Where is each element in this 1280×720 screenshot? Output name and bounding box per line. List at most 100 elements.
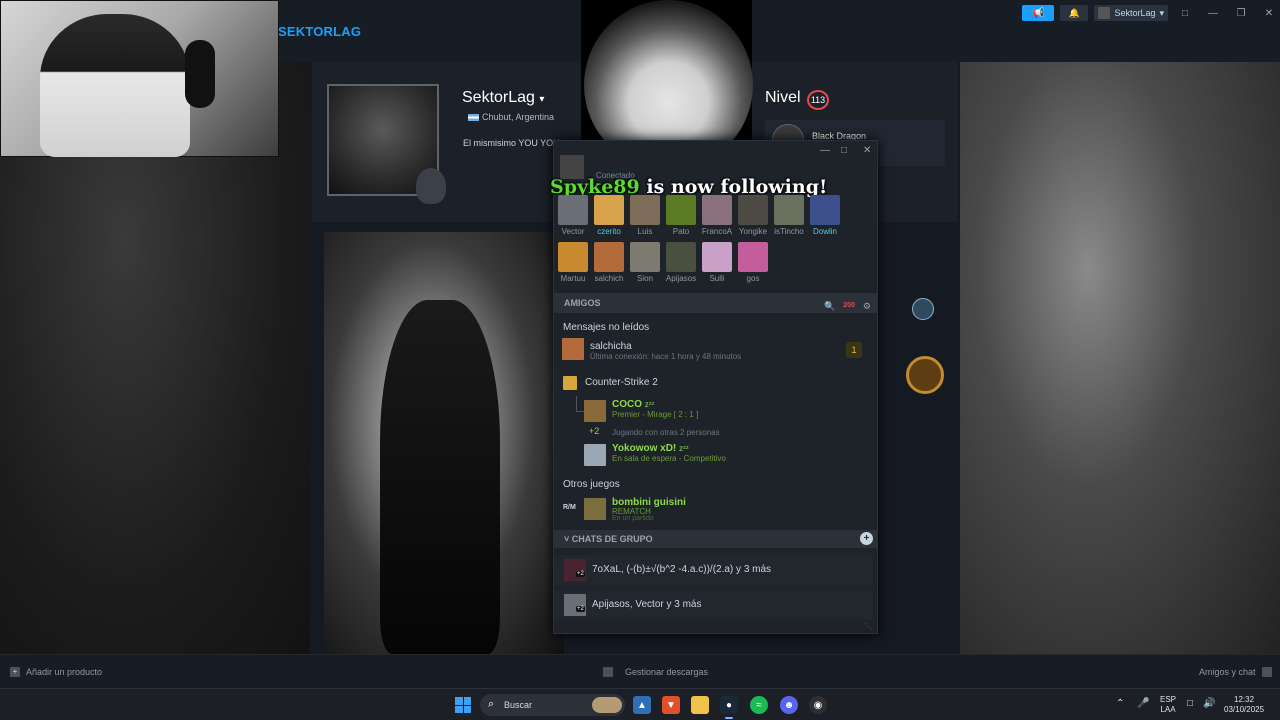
friend-row-unread[interactable]: salchicha Última conexión: hace 1 hora y… bbox=[562, 338, 872, 364]
group-member-count: +2 bbox=[576, 606, 585, 612]
chevron-down-icon: ▾ bbox=[539, 94, 545, 105]
windows-start-icon[interactable] bbox=[455, 697, 471, 713]
favorite-friend-name: FrancoA bbox=[701, 227, 733, 236]
add-group-chat-icon[interactable]: + bbox=[860, 532, 873, 545]
favorite-friend[interactable]: FrancoA bbox=[701, 195, 733, 236]
friends-chat-label: Amigos y chat bbox=[1199, 667, 1256, 677]
manage-downloads-button[interactable]: Gestionar descargas bbox=[603, 667, 708, 677]
showcase-figure bbox=[380, 300, 500, 654]
favorite-friend[interactable]: Sion bbox=[629, 242, 661, 283]
unread-messages-label: Mensajes no leídos bbox=[563, 322, 650, 333]
close-icon[interactable]: ✕ bbox=[1258, 8, 1280, 19]
chevron-down-icon: ˅ bbox=[564, 534, 570, 544]
profile-background-right bbox=[960, 62, 1280, 654]
friend-row-other-game[interactable]: bombini guisini REMATCH En un partido bbox=[584, 496, 864, 524]
favorite-friend-name: isTincho bbox=[774, 227, 804, 236]
restore-icon[interactable]: ❐ bbox=[1230, 8, 1252, 19]
favorite-friend[interactable]: Yongike bbox=[737, 195, 769, 236]
discord-icon[interactable]: ☻ bbox=[780, 696, 798, 714]
group-chats-header[interactable]: ˅ CHATS DE GRUPO + bbox=[554, 530, 877, 548]
friend-game-status: En un partido bbox=[612, 515, 654, 522]
bell-icon[interactable]: 🔔 bbox=[1060, 5, 1089, 21]
favorite-friend[interactable]: isTincho bbox=[773, 195, 805, 236]
minimize-icon[interactable]: — bbox=[1202, 8, 1224, 19]
maximize-icon[interactable]: □ bbox=[841, 145, 847, 156]
spotify-icon[interactable]: ≈ bbox=[750, 696, 768, 714]
favorite-friend[interactable]: Vector bbox=[557, 195, 589, 236]
add-product-button[interactable]: + Añadir un producto bbox=[10, 667, 102, 677]
more-players-count[interactable]: +2 bbox=[589, 426, 599, 436]
search-icon[interactable]: 🔍 bbox=[824, 296, 835, 316]
taskbar-search[interactable]: ⌕ Buscar bbox=[480, 694, 625, 716]
favorite-friend[interactable]: gos bbox=[737, 242, 769, 283]
favorite-friend[interactable]: salchich bbox=[593, 242, 625, 283]
group-chat-row[interactable]: +2 7oXaL, (-(b)±√(b^2 -4.a.c))/(2.a) y 3… bbox=[554, 555, 873, 585]
big-picture-icon[interactable]: □ bbox=[1174, 8, 1196, 19]
keyboard-layout: LAA bbox=[1160, 705, 1176, 714]
avatar bbox=[584, 400, 606, 422]
friend-name: Yokowow xD! zᶻᶻ bbox=[612, 443, 689, 454]
language-indicator[interactable]: ESP LAA bbox=[1160, 695, 1176, 715]
favorite-friend[interactable]: Martuu bbox=[557, 242, 589, 283]
avatar bbox=[584, 444, 606, 466]
profile-name[interactable]: SektorLag ▾ bbox=[462, 89, 544, 107]
steam-bottom-bar: + Añadir un producto Gestionar descargas… bbox=[0, 654, 1280, 688]
minimize-icon[interactable]: — bbox=[820, 145, 830, 156]
friend-row-ingame[interactable]: COCO zᶻᶻ Premier - Mirage [ 2 : 1 ] bbox=[584, 398, 864, 422]
friends-header-label: AMIGOS bbox=[564, 298, 601, 308]
friend-row-ingame[interactable]: Yokowow xD! zᶻᶻ En sala de espera - Comp… bbox=[584, 442, 864, 466]
favorite-friend[interactable]: Pato bbox=[665, 195, 697, 236]
steam-app-icon[interactable]: ● bbox=[720, 696, 738, 719]
level-badge[interactable]: 113 bbox=[807, 90, 829, 110]
obs-icon[interactable]: ◉ bbox=[809, 696, 827, 714]
microphone-icon[interactable]: 🎤 bbox=[1137, 698, 1149, 709]
network-icon[interactable]: □ bbox=[1187, 698, 1193, 709]
favorite-friend-name: Vector bbox=[561, 227, 585, 236]
friends-chat-button[interactable]: Amigos y chat bbox=[1199, 667, 1272, 677]
photos-app-icon[interactable]: ▲ bbox=[633, 696, 651, 714]
file-explorer-icon[interactable] bbox=[691, 696, 709, 714]
favorite-friend[interactable]: Apijasos bbox=[665, 242, 697, 283]
account-menu-button[interactable]: SektorLag ▾ bbox=[1094, 5, 1168, 21]
avatar-frame-icon bbox=[416, 168, 446, 204]
settings-icon[interactable]: ⚙ bbox=[863, 296, 871, 316]
brave-browser-icon[interactable]: ▼ bbox=[662, 696, 680, 714]
clock[interactable]: 12:32 03/10/2025 bbox=[1224, 695, 1264, 715]
other-games-title[interactable]: Otros juegos bbox=[563, 479, 620, 490]
close-icon[interactable]: ✕ bbox=[863, 145, 871, 156]
favorite-friend[interactable]: Sulli bbox=[701, 242, 733, 283]
avatar bbox=[630, 242, 660, 272]
friend-game-status: Premier - Mirage [ 2 : 1 ] bbox=[612, 410, 699, 419]
level-label: Nivel bbox=[765, 89, 801, 106]
megaphone-icon[interactable]: 📢 bbox=[1022, 5, 1055, 21]
plus-icon: + bbox=[10, 667, 20, 677]
steam-user-nav-title[interactable]: SEKTORLAG bbox=[278, 24, 361, 39]
group-chat-row[interactable]: +2 Apijasos, Vector y 3 más bbox=[554, 590, 873, 620]
chevron-down-icon: ▾ bbox=[1159, 7, 1164, 18]
avatar bbox=[666, 242, 696, 272]
avatar bbox=[810, 195, 840, 225]
avatar bbox=[594, 242, 624, 272]
favorite-friend[interactable]: Dowlin bbox=[809, 195, 841, 236]
group-chats-label: CHATS DE GRUPO bbox=[571, 534, 653, 544]
game-group-title[interactable]: Counter-Strike 2 bbox=[585, 377, 658, 388]
friends-section-header[interactable]: AMIGOS 🔍 200 ⚙ bbox=[554, 293, 877, 313]
friend-last-online: Última conexión: hace 1 hora y 48 minuto… bbox=[590, 352, 742, 361]
avatar bbox=[702, 242, 732, 272]
windows-taskbar: ⌕ Buscar ▲ ▼ ● ≈ ☻ ◉ ⌃ 🎤 ESP LAA □ 🔊 12:3… bbox=[0, 688, 1280, 720]
medal-badge-icon[interactable] bbox=[906, 356, 944, 394]
favorite-friend-name: czerito bbox=[597, 227, 621, 236]
avatar bbox=[774, 195, 804, 225]
globe-badge-icon[interactable] bbox=[912, 298, 934, 320]
chevron-up-icon[interactable]: ⌃ bbox=[1116, 698, 1124, 709]
chat-icon bbox=[1261, 667, 1272, 677]
add-friend-icon[interactable]: 200 bbox=[843, 296, 855, 316]
favorite-friend-name: Sulli bbox=[709, 274, 725, 283]
favorite-friend[interactable]: Luis bbox=[629, 195, 661, 236]
webcam-person bbox=[40, 14, 190, 157]
favorite-friend[interactable]: czerito bbox=[593, 195, 625, 236]
download-icon bbox=[603, 667, 613, 677]
resize-grip-icon[interactable]: ⋱ bbox=[864, 622, 872, 631]
volume-icon[interactable]: 🔊 bbox=[1203, 698, 1215, 709]
avatar bbox=[564, 559, 586, 581]
